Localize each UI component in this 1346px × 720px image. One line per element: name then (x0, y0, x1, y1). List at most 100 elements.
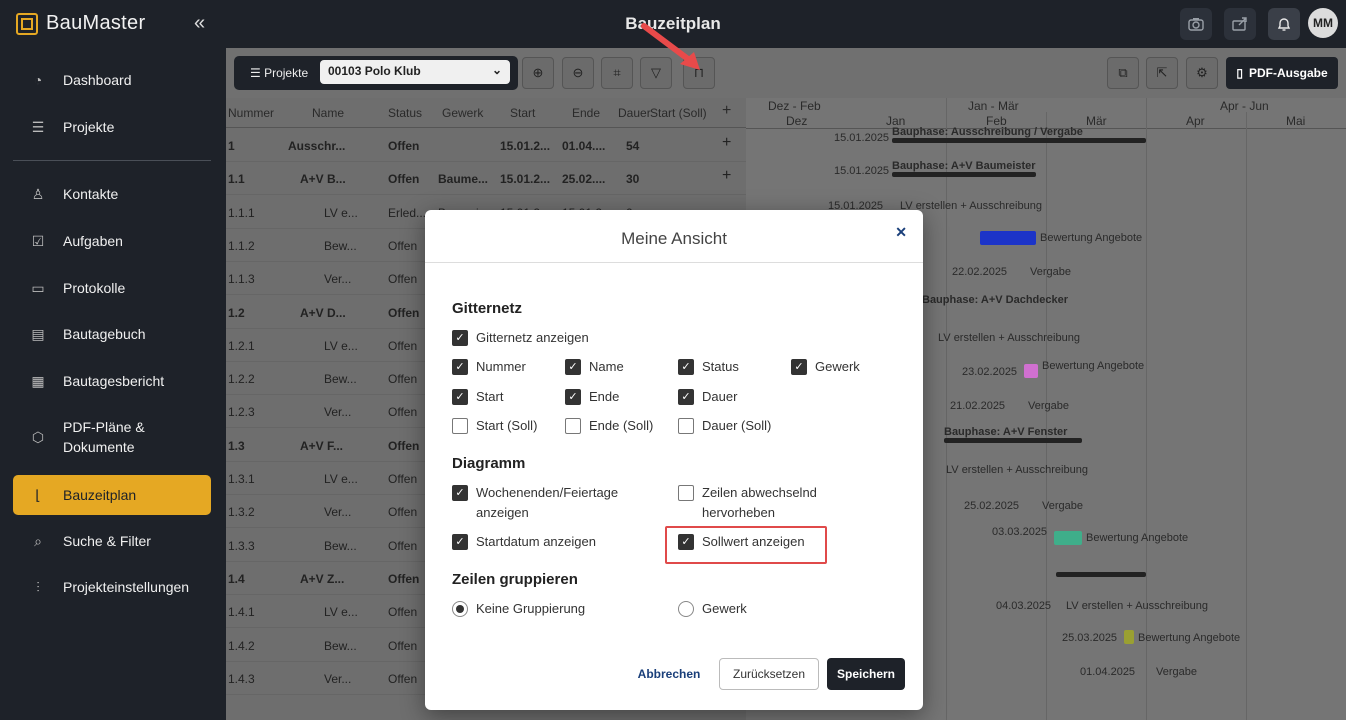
cell-dur: 54 (626, 139, 640, 153)
zoom-in-icon[interactable]: ⊕ (522, 57, 554, 89)
view-settings-dialog: Meine Ansicht ✕ Gitternetz ✓ Gitternetz a… (425, 210, 923, 710)
sidebar-item-dashboard[interactable]: ◔ Dashboard (13, 60, 211, 100)
gear-icon[interactable]: ⚙ (1186, 57, 1218, 89)
project-selector: ☰ Projekte 00103 Polo Klub ⌄ (234, 56, 518, 90)
gantt-task-bar[interactable] (1054, 531, 1082, 545)
sidebar-item-label: Projekte (63, 119, 115, 135)
gantt-task-label: LV erstellen + Ausschreibung (1066, 600, 1208, 612)
cell-num: 1.4.1 (228, 605, 255, 620)
checkbox-label: Zeilen abwechselnd hervorheben (702, 485, 817, 520)
checkbox-col-gewerk[interactable]: ✓ Gewerk (791, 357, 860, 377)
avatar[interactable]: MM (1308, 8, 1338, 38)
add-column-button[interactable]: + (722, 102, 731, 120)
cell-status: Offen (388, 605, 418, 620)
column-header-status[interactable]: Status (388, 106, 422, 120)
checkbox-label: Start (476, 389, 504, 404)
sidebar: ◔ Dashboard ☰ Projekte ♙ Kontakte ☑ Aufgaben… (0, 48, 224, 720)
gantt-phase-bar[interactable] (892, 172, 1036, 177)
cell-num: 1.3.2 (228, 505, 255, 520)
cell-num: 1.2 (228, 305, 245, 320)
gantt-quarter: Dez - Feb (768, 99, 821, 113)
checkbox-col-start[interactable]: ✓ Start (452, 387, 503, 407)
gantt-task-label: LV erstellen + Ausschreibung (938, 332, 1080, 344)
checkbox-col-dauer[interactable]: ✓ Dauer (678, 387, 737, 407)
gantt-task-bar[interactable] (980, 231, 1036, 245)
checkbox-label: Gitternetz anzeigen (476, 330, 589, 345)
sidebar-item-kontakte[interactable]: ♙ Kontakte (13, 174, 211, 214)
checkbox-label: Wochenenden/Feiertage anzeigen (476, 485, 619, 520)
radio-group-none[interactable]: Keine Gruppierung (452, 599, 585, 619)
gantt-task-label: LV erstellen + Ausschreibung (946, 464, 1088, 476)
radio-group-trade[interactable]: Gewerk (678, 599, 747, 619)
cell-name: A+V Z... (300, 571, 345, 586)
export-icon[interactable]: ⇱ (1146, 57, 1178, 89)
sidebar-item-projekteinstellungen[interactable]: ⫶ Projekteinstellungen (13, 567, 211, 607)
close-icon[interactable]: ✕ (895, 224, 907, 241)
column-header-start[interactable]: Start (510, 106, 535, 120)
camera-icon[interactable] (1180, 8, 1212, 40)
checkbox-col-ende-soll[interactable]: Ende (Soll) (565, 416, 653, 436)
sidebar-item-suche[interactable]: ⌕ Suche & Filter (13, 521, 211, 561)
cell-add[interactable]: + (722, 167, 731, 185)
gantt-phase-label: Bauphase: A+V Dachdecker (922, 294, 1069, 306)
bell-icon[interactable] (1268, 8, 1300, 40)
checkbox-checked-icon: ✓ (678, 359, 694, 375)
sidebar-item-protokolle[interactable]: ▭ Protokolle (13, 268, 211, 308)
list-icon: ☰ (250, 66, 265, 80)
gantt-task-label: Vergabe (1028, 400, 1069, 412)
gantt-phase-bar[interactable] (892, 138, 1146, 143)
table-row[interactable]: 1.1 A+V B... Offen Baume... 15.01.2... 25.02.… (226, 162, 746, 196)
fit-icon[interactable]: ⌗ (601, 57, 633, 89)
checkbox-col-ende[interactable]: ✓ Ende (565, 387, 619, 407)
cell-dur: 30 (626, 172, 640, 187)
pdf-export-button[interactable]: ▯ PDF-Ausgabe (1226, 57, 1338, 89)
checkbox-weekends[interactable]: ✓ Wochenenden/Feiertage anzeigen (452, 483, 652, 523)
checkbox-col-dauer-soll[interactable]: Dauer (Soll) (678, 416, 771, 436)
cell-name: Bew... (324, 538, 357, 553)
sidebar-item-aufgaben[interactable]: ☑ Aufgaben (13, 221, 211, 261)
cell-status: Offen (388, 405, 418, 420)
gantt-phase-bar[interactable] (1056, 572, 1146, 577)
sidebar-item-bautagesbericht[interactable]: ▦ Bautagesbericht (13, 361, 211, 401)
sidebar-item-pdf-plaene[interactable]: ⬡ PDF-Pläne & Dokumente (13, 414, 211, 460)
column-header-ende[interactable]: Ende (572, 106, 600, 120)
sidebar-item-bauzeitplan[interactable]: ⌊ Bauzeitplan (13, 475, 211, 515)
sidebar-item-bautagebuch[interactable]: ▤ Bautagebuch (13, 314, 211, 354)
column-header-name[interactable]: Name (312, 106, 344, 120)
radio-label: Keine Gruppierung (476, 601, 586, 616)
gantt-task-label: Vergabe (1030, 266, 1071, 278)
save-button[interactable]: Speichern (827, 658, 905, 690)
checkbox-col-start-soll[interactable]: Start (Soll) (452, 416, 537, 436)
gantt-task-bar[interactable] (1124, 630, 1134, 644)
project-select[interactable]: 00103 Polo Klub ⌄ (320, 60, 510, 84)
column-header-start-soll[interactable]: Start (Soll) (650, 106, 707, 120)
checkbox-alt-rows[interactable]: Zeilen abwechselnd hervorheben (678, 483, 848, 523)
checkbox-col-name[interactable]: ✓ Name (565, 357, 624, 377)
share-icon[interactable] (1224, 8, 1256, 40)
cell-name: A+V D... (300, 305, 346, 320)
column-header-nummer[interactable]: Nummer (228, 106, 274, 120)
reset-button[interactable]: Zurücksetzen (719, 658, 819, 690)
gantt-task-bar[interactable] (1024, 364, 1038, 378)
checkbox-col-status[interactable]: ✓ Status (678, 357, 739, 377)
copy-icon[interactable]: ⧉ (1107, 57, 1139, 89)
cube-icon: ⬡ (31, 429, 45, 445)
cell-name: Ver... (324, 405, 352, 420)
gantt-phase-label: Bauphase: A+V Fenster (944, 426, 1068, 438)
checkbox-startdate[interactable]: ✓ Startdatum anzeigen (452, 532, 596, 552)
table-row[interactable]: 1 Ausschr... Offen 15.01.2... 01.04.... 54 + (226, 129, 746, 162)
column-header-gewerk[interactable]: Gewerk (442, 106, 483, 120)
checkbox-col-nummer[interactable]: ✓ Nummer (452, 357, 526, 377)
checkbox-grid-show[interactable]: ✓ Gitternetz anzeigen (452, 328, 589, 348)
cell-num: 1.2.3 (228, 405, 255, 420)
zoom-out-icon[interactable]: ⊖ (562, 57, 594, 89)
sidebar-item-label: Kontakte (63, 186, 119, 202)
gantt-phase-label: Bauphase: Ausschreibung / Vergabe (892, 126, 1083, 138)
section-zeilen-gruppieren: Zeilen gruppieren (452, 571, 578, 588)
cell-add[interactable]: + (722, 134, 731, 152)
sidebar-item-projekte[interactable]: ☰ Projekte (13, 107, 211, 147)
column-header-dauer[interactable]: Dauer (618, 106, 651, 120)
cancel-button[interactable]: Abbrechen (629, 658, 709, 690)
gantt-phase-bar[interactable] (944, 438, 1082, 443)
cell-status: Erled... (388, 205, 427, 220)
